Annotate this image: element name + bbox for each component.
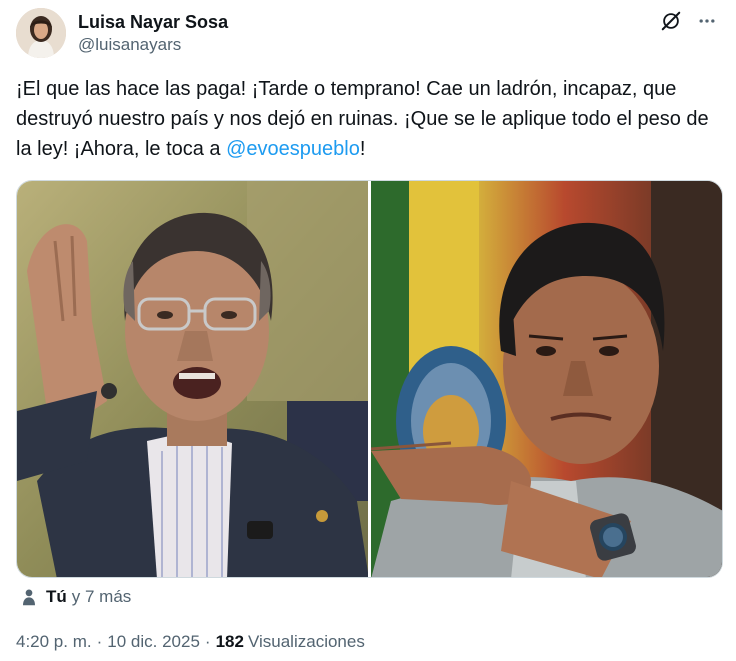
tweet-end-text: ! (359, 138, 366, 160)
person-icon (23, 589, 35, 606)
tagged-people[interactable]: Tú y 7 más (20, 585, 131, 609)
more-options-button[interactable] (694, 8, 720, 34)
photo-left-image (17, 181, 368, 577)
media-grid (16, 180, 723, 578)
views-count: 182 (215, 632, 244, 651)
tweet-text: ¡El que las hace las paga! ¡Tarde o temp… (16, 74, 720, 164)
avatar[interactable] (16, 8, 66, 58)
tweet-meta: 4:20 p. m. · 10 dic. 2025 · 182 Visualiz… (16, 632, 365, 652)
photo-left[interactable] (17, 181, 368, 577)
author-display-name[interactable]: Luisa Nayar Sosa (78, 11, 228, 33)
grok-icon (661, 11, 681, 31)
views-label: Visualizaciones (247, 632, 365, 651)
photo-right-image (371, 181, 722, 577)
meta-separator: · (96, 632, 103, 651)
tweet-header: Luisa Nayar Sosa @luisanayars (16, 8, 720, 58)
avatar-photo-icon (16, 8, 66, 58)
tweet-date[interactable]: 10 dic. 2025 (107, 632, 200, 652)
photo-right[interactable] (371, 181, 722, 577)
tagged-you-label: Tú (46, 587, 67, 606)
author-names: Luisa Nayar Sosa @luisanayars (78, 11, 228, 56)
tagged-others-label: y 7 más (71, 587, 132, 606)
author-handle[interactable]: @luisanayars (78, 34, 228, 56)
more-horizontal-icon (699, 19, 715, 23)
meta-separator: · (204, 632, 211, 651)
mention-link[interactable]: @evoespueblo (226, 138, 360, 160)
grok-button[interactable] (658, 8, 684, 34)
tweet-time[interactable]: 4:20 p. m. (16, 632, 92, 652)
